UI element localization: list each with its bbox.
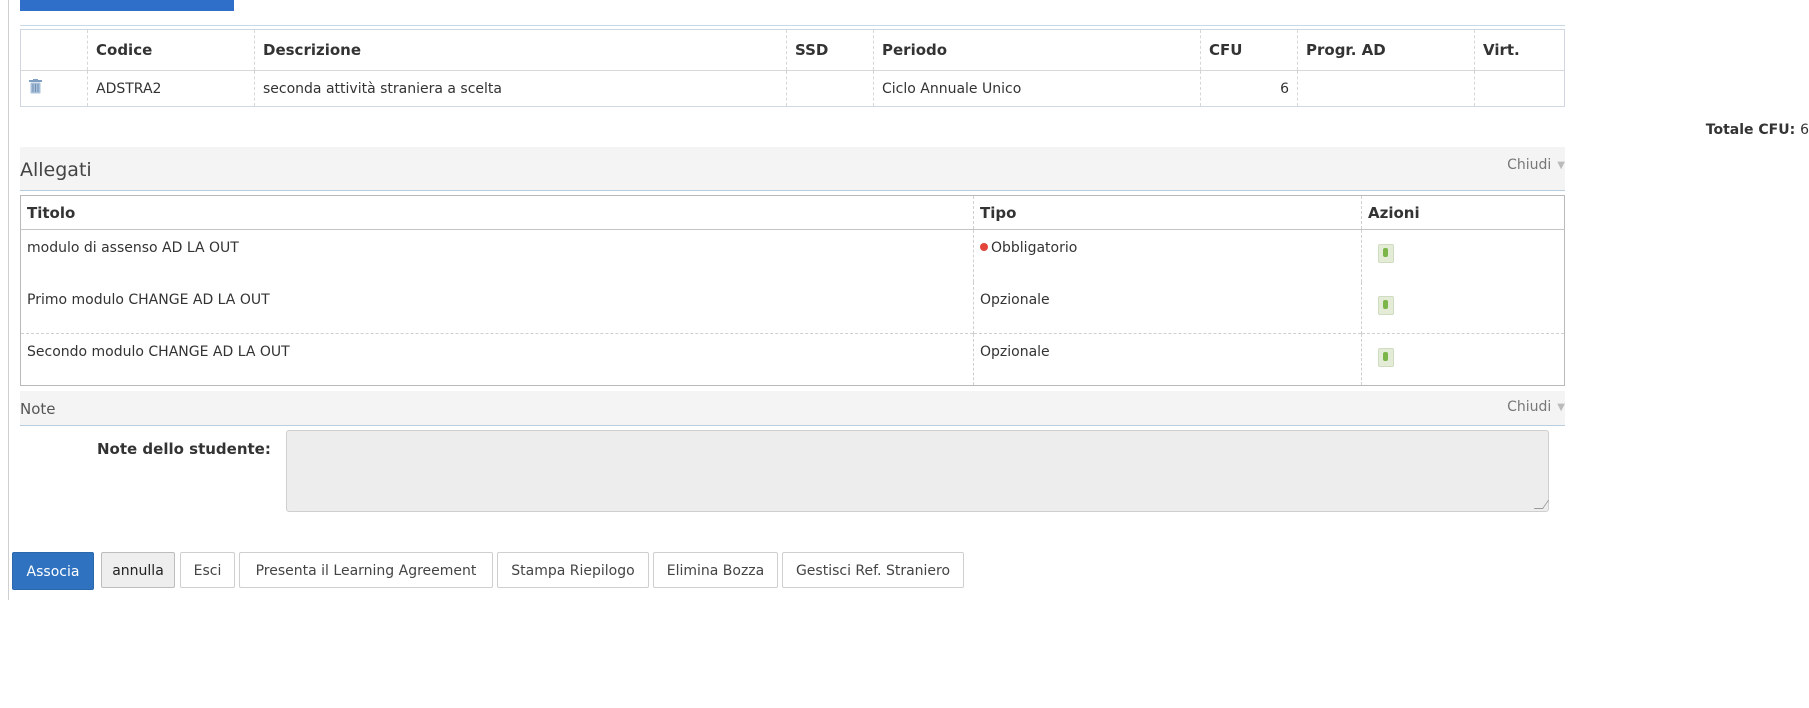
note-section-header: Note Chiudi ▼ [20, 391, 1565, 426]
table-row: Secondo modulo CHANGE AD LA OUT Opzional… [20, 333, 1565, 386]
ad-col-descrizione: Descrizione [254, 29, 787, 71]
clipped-section-tab[interactable] [20, 0, 234, 11]
allegati-col-azioni: Azioni [1361, 195, 1565, 230]
table-row: Primo modulo CHANGE AD LA OUT Opzionale [20, 281, 1565, 334]
page-left-border [8, 0, 9, 600]
ad-col-progr-ad: Progr. AD [1297, 29, 1475, 71]
ad-row-periodo: Ciclo Annuale Unico [873, 70, 1201, 107]
ad-row-progr-ad [1297, 70, 1475, 107]
upload-file-icon[interactable] [1378, 244, 1394, 263]
note-studente-textarea[interactable] [286, 430, 1550, 512]
note-close-label: Chiudi [1507, 399, 1552, 415]
ad-row-cfu: 6 [1200, 70, 1298, 107]
allegato-azioni [1362, 282, 1565, 334]
allegato-tipo: Obbligatorio [991, 240, 1078, 256]
allegato-tipo-cell: Obbligatorio [973, 229, 1362, 282]
esci-button[interactable]: Esci [180, 552, 235, 588]
caret-down-icon: ▼ [1557, 159, 1565, 171]
ad-row-ssd [786, 70, 874, 107]
ad-col-ssd: SSD [786, 29, 874, 71]
ad-table: Codice Descrizione SSD Periodo CFU Progr… [20, 29, 1565, 107]
caret-down-icon: ▼ [1557, 401, 1565, 413]
upload-file-icon[interactable] [1378, 348, 1394, 367]
ad-row-actions-cell [20, 70, 88, 107]
allegati-header-row: Titolo Tipo Azioni [20, 195, 1565, 230]
allegati-close-label: Chiudi [1507, 157, 1552, 173]
table-row: ADSTRA2 seconda attività straniera a sce… [20, 70, 1565, 107]
note-close-link[interactable]: Chiudi ▼ [1507, 399, 1565, 415]
allegati-col-tipo: Tipo [973, 195, 1362, 230]
allegati-title: Allegati [20, 159, 92, 181]
totale-cfu: Totale CFU: 6 [1706, 122, 1809, 138]
table-row: modulo di assenso AD LA OUT Obbligatorio [20, 229, 1565, 282]
required-dot-icon [980, 243, 988, 251]
presenta-learning-agreement-button[interactable]: Presenta il Learning Agreement [239, 552, 493, 588]
allegato-titolo: modulo di assenso AD LA OUT [20, 229, 974, 282]
note-studente-label: Note dello studente: [97, 440, 271, 458]
clipped-section-header [20, 0, 1565, 26]
ad-col-actions [20, 29, 88, 71]
gestisci-ref-straniero-button[interactable]: Gestisci Ref. Straniero [782, 552, 964, 588]
allegati-table: Titolo Tipo Azioni modulo di assenso AD … [20, 195, 1565, 386]
allegato-azioni [1361, 333, 1565, 386]
resize-grip-icon[interactable] [1533, 500, 1550, 509]
ad-row-codice: ADSTRA2 [87, 70, 255, 107]
allegato-tipo: Opzionale [973, 333, 1362, 386]
ad-col-periodo: Periodo [873, 29, 1201, 71]
upload-file-icon[interactable] [1378, 295, 1394, 315]
ad-col-virt: Virt. [1474, 29, 1565, 71]
allegati-col-titolo: Titolo [20, 195, 974, 230]
ad-row-descrizione: seconda attività straniera a scelta [254, 70, 787, 107]
allegati-close-link[interactable]: Chiudi ▼ [1507, 157, 1565, 173]
associa-button[interactable]: Associa [12, 552, 94, 590]
elimina-bozza-button[interactable]: Elimina Bozza [653, 552, 778, 588]
allegato-azioni [1361, 229, 1565, 282]
ad-col-codice: Codice [87, 29, 255, 71]
ad-table-header-row: Codice Descrizione SSD Periodo CFU Progr… [20, 29, 1565, 71]
trash-icon[interactable] [29, 79, 42, 94]
annulla-button[interactable]: annulla [101, 552, 175, 588]
allegato-titolo: Secondo modulo CHANGE AD LA OUT [20, 333, 974, 386]
stampa-riepilogo-button[interactable]: Stampa Riepilogo [497, 552, 649, 588]
ad-row-virt [1475, 71, 1565, 107]
totale-cfu-label: Totale CFU: [1705, 122, 1796, 138]
allegati-section-header: Allegati Chiudi ▼ [20, 147, 1565, 191]
allegato-titolo: Primo modulo CHANGE AD LA OUT [20, 281, 974, 334]
note-title: Note [20, 400, 56, 418]
totale-cfu-value: 6 [1800, 122, 1809, 138]
allegato-tipo: Opzionale [973, 281, 1362, 334]
ad-col-cfu: CFU [1200, 29, 1298, 71]
